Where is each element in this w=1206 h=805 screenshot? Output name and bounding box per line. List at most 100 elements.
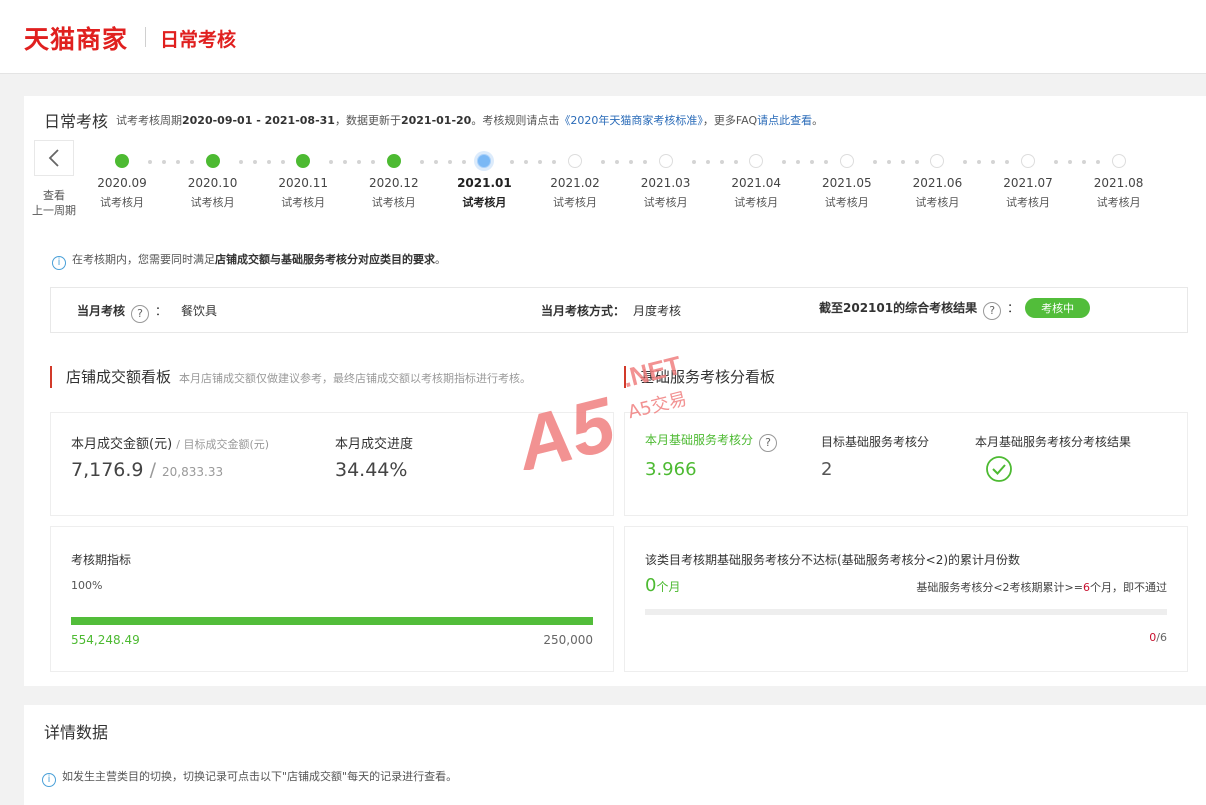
timeline-dot-2021-05[interactable]	[839, 154, 854, 168]
timeline-month-label[interactable]: 2021.06	[897, 176, 977, 190]
notice-prefix: 在考核期内，您需要同时满足	[72, 253, 215, 266]
timeline-dot-2020-12[interactable]	[386, 154, 401, 168]
timeline-month-type: 试考核月	[1006, 196, 1050, 209]
timeline-dot-2021-01[interactable]	[477, 154, 492, 168]
timeline-connector-dot	[433, 160, 438, 164]
notice-suffix: 。	[435, 253, 446, 266]
timeline-month-label[interactable]: 2020.12	[354, 176, 434, 190]
current-month-label: 当月考核	[77, 304, 126, 318]
service-board-title: 基础服务考核分看板	[640, 368, 776, 386]
timeline-connector-dot	[643, 160, 647, 164]
prev-period-button[interactable]	[34, 140, 74, 176]
amount-label: 本月成交金额(元)	[71, 437, 173, 452]
timeline-dot-2020-09[interactable]	[115, 154, 129, 168]
timeline-connector-dot	[900, 160, 905, 164]
timeline-month-type: 试考核月	[734, 196, 779, 209]
service-result-label: 本月基础服务考核分考核结果	[975, 435, 1132, 449]
timeline-month-type: 试考核月	[190, 196, 235, 209]
timeline-dot-2020-11[interactable]	[296, 154, 311, 168]
timeline-month-label[interactable]: 2021.05	[807, 176, 887, 190]
faq-link[interactable]: 请点此查看	[757, 114, 812, 127]
timeline-month-label[interactable]: 2021.08	[1079, 176, 1159, 190]
desc-mid3: ，更多FAQ	[702, 114, 758, 127]
fail-count-row: 0个月	[645, 575, 680, 596]
timeline-connector-dot	[991, 160, 996, 164]
timeline-connector-dot	[1096, 160, 1100, 164]
overall-result: 截至202101的综合考核结果?：考核中	[819, 298, 1091, 320]
check-circle-icon	[985, 455, 1013, 487]
timeline-connector-dot	[162, 160, 166, 164]
timeline-connector-dot	[190, 160, 194, 164]
timeline-month-label[interactable]: 2021.02	[535, 176, 615, 190]
fail-rule: 基础服务考核分<2考核期累计>=6个月，即不通过	[916, 579, 1167, 595]
timeline-month-label[interactable]: 2021.04	[716, 176, 796, 190]
fail-unit: 个月	[656, 580, 681, 594]
prev-period-label[interactable]: 查看 上一周期	[26, 188, 82, 218]
timeline-month-type: 试考核月	[371, 196, 416, 209]
brand-logo[interactable]: 天猫商家	[24, 20, 128, 56]
gmv-monthly-card: 本月成交金额(元) / 目标成交金额(元) 7,176.9 / 20,833.3…	[50, 412, 614, 516]
timeline-connector-dot	[796, 160, 801, 164]
timeline-connector-dot	[782, 160, 787, 164]
current-month-assessment: 当月考核?：餐饮具 当月考核方式： 月度考核 截至202101的综合考核结果?：考…	[50, 287, 1188, 333]
timeline-month-label[interactable]: 2021.03	[626, 176, 706, 190]
timeline-month-label[interactable]: 2021.01	[444, 176, 524, 190]
timeline-dot-2021-03[interactable]	[658, 154, 673, 168]
timeline-month-type: 试考核月	[281, 196, 326, 209]
timeline-connector-dot	[977, 160, 982, 164]
timeline-month-type: 试考核月	[1096, 196, 1141, 209]
desc-mid1: ，数据更新于	[334, 114, 401, 127]
timeline-dot-2021-04[interactable]	[749, 154, 764, 168]
service-target-label: 目标基础服务考核分	[821, 435, 930, 449]
ratio-den: /6	[1156, 631, 1167, 644]
timeline-dot-2021-06[interactable]	[930, 154, 945, 168]
period-label: 考核期指标	[71, 553, 132, 567]
timeline-dot-2021-07[interactable]	[1021, 154, 1035, 168]
result-label: 截至202101的综合考核结果	[819, 301, 978, 315]
timeline-connector-dot	[329, 160, 334, 164]
timeline-month-label[interactable]: 2020.11	[263, 176, 343, 190]
notice-bold: 店铺成交额与基础服务考核分对应类目的要求	[215, 253, 435, 266]
timeline-month-label[interactable]: 2021.07	[988, 176, 1068, 190]
rule-num: 6	[1083, 581, 1090, 594]
service-score-value: 3.966	[645, 459, 697, 480]
timeline-dot-2020-10[interactable]	[205, 154, 220, 168]
period-actual-value: 554,248.49	[71, 633, 140, 647]
timeline-connector-dot	[238, 160, 243, 164]
rule-prefix: 基础服务考核分<2考核期累计>=	[916, 581, 1083, 594]
timeline-month-type: 试考核月	[824, 196, 869, 209]
update-date: 2021-01-20	[400, 114, 472, 127]
timeline-dot-2021-02[interactable]	[568, 154, 582, 168]
service-target-value: 2	[821, 459, 833, 480]
help-icon[interactable]: ?	[759, 434, 778, 452]
top-bar: 天猫商家 日常考核	[0, 0, 1206, 74]
fail-title: 该类目考核期基础服务考核分不达标(基础服务考核分<2)的累计月份数	[645, 553, 1021, 567]
status-badge: 考核中	[1025, 298, 1091, 318]
desc-end: 。	[812, 114, 824, 127]
timeline-month-label[interactable]: 2020.10	[173, 176, 253, 190]
help-icon[interactable]: ?	[983, 302, 1002, 320]
help-icon[interactable]: ?	[131, 305, 150, 323]
timeline-connector-dot	[705, 160, 710, 164]
timeline-connector-dot	[538, 160, 543, 164]
category-value: 餐饮具	[181, 304, 218, 318]
detail-title: 详情数据	[44, 723, 109, 742]
timeline-connector-dot	[148, 160, 152, 164]
timeline-connector-dot	[629, 160, 633, 164]
timeline-connector-dot	[419, 160, 424, 164]
chevron-left-icon	[48, 149, 59, 167]
timeline-connector-dot	[176, 160, 180, 164]
amount-value: 7,176.9	[71, 459, 144, 481]
timeline-dot-2021-08[interactable]	[1111, 154, 1126, 168]
timeline-month-label[interactable]: 2020.09	[82, 176, 162, 190]
info-icon: i	[42, 773, 56, 787]
brand-divider	[145, 27, 146, 47]
current-month-method: 当月考核方式： 月度考核	[541, 302, 681, 319]
timeline-connector-dot	[691, 160, 696, 164]
detail-notice: i 如发生主营类目的切换，切换记录可点击以下"店铺成交额"每天的记录进行查看。	[42, 768, 457, 787]
rule-link[interactable]: 《2020年天猫商家考核标准》	[559, 114, 703, 127]
timeline-connector-dot	[963, 160, 968, 164]
timeline-connector-dot	[524, 160, 529, 164]
timeline-connector-dot	[914, 160, 919, 164]
detail-section: 详情数据 i 如发生主营类目的切换，切换记录可点击以下"店铺成交额"每天的记录进行…	[24, 705, 1206, 805]
